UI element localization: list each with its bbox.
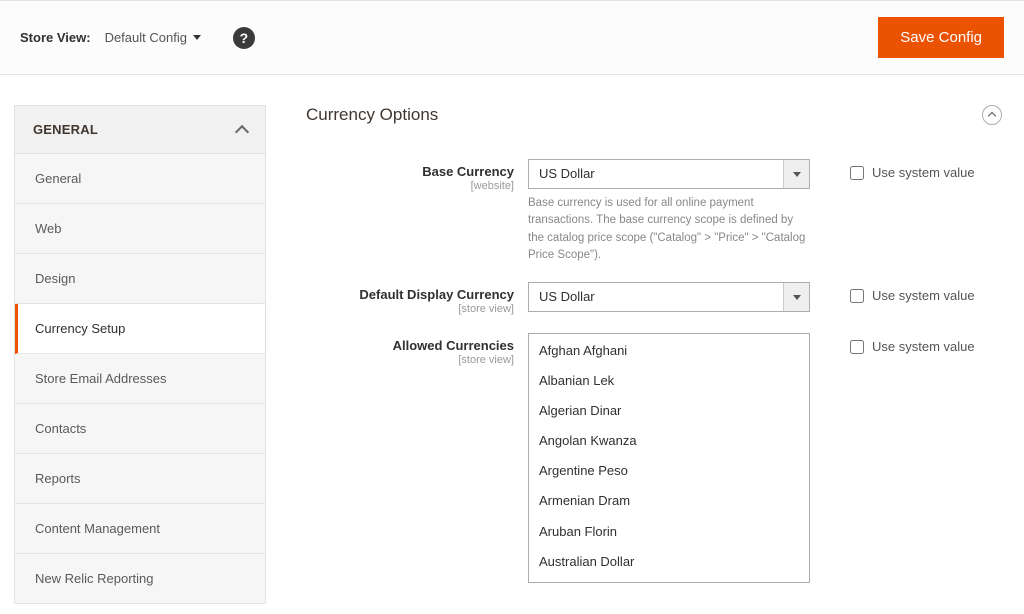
field-label: Base Currency	[306, 164, 514, 179]
sidebar-item[interactable]: Design	[15, 254, 265, 304]
main-layout: GENERAL GeneralWebDesignCurrency SetupSt…	[0, 75, 1024, 614]
field-input-col: US Dollar Base currency is used for all …	[528, 159, 810, 264]
multiselect-option[interactable]: Argentine Peso	[529, 456, 809, 486]
multiselect-option[interactable]: Australian Dollar	[529, 547, 809, 577]
sidebar: GENERAL GeneralWebDesignCurrency SetupSt…	[14, 105, 266, 604]
save-config-button[interactable]: Save Config	[878, 17, 1004, 58]
caret-down-icon	[793, 172, 801, 177]
field-scope: [store view]	[306, 303, 514, 315]
field-allowed-currencies: Allowed Currencies [store view] Afghan A…	[306, 333, 1002, 583]
top-bar: Store View: Default Config ? Save Config	[0, 0, 1024, 75]
top-bar-left: Store View: Default Config ?	[20, 27, 255, 49]
sidebar-item[interactable]: Currency Setup	[15, 304, 265, 354]
field-note: Base currency is used for all online pay…	[528, 195, 810, 264]
allowed-currencies-multiselect[interactable]: Afghan AfghaniAlbanian LekAlgerian Dinar…	[528, 333, 810, 583]
sidebar-item[interactable]: Contacts	[15, 404, 265, 454]
use-system-value-checkbox-base[interactable]	[850, 166, 864, 180]
display-currency-select[interactable]: US Dollar	[528, 282, 810, 312]
store-view-select[interactable]: Default Config	[105, 30, 201, 45]
field-label: Default Display Currency	[306, 287, 514, 302]
use-system-value-checkbox-display[interactable]	[850, 289, 864, 303]
caret-down-icon	[793, 295, 801, 300]
field-label-col: Allowed Currencies [store view]	[306, 333, 528, 366]
use-system-value-label[interactable]: Use system value	[872, 165, 975, 180]
sidebar-item[interactable]: Reports	[15, 454, 265, 504]
use-system-value-col: Use system value	[810, 159, 975, 180]
sidebar-group-general[interactable]: GENERAL	[14, 105, 266, 154]
chevron-up-icon	[988, 112, 996, 120]
field-input-col: US Dollar	[528, 282, 810, 312]
use-system-value-checkbox-allowed[interactable]	[850, 340, 864, 354]
caret-down-icon	[193, 35, 201, 40]
sidebar-item[interactable]: General	[15, 154, 265, 204]
sidebar-item[interactable]: Web	[15, 204, 265, 254]
select-dropdown-button[interactable]	[783, 160, 809, 188]
sidebar-item[interactable]: Content Management	[15, 504, 265, 554]
use-system-value-label[interactable]: Use system value	[872, 339, 975, 354]
section-collapse-toggle[interactable]	[982, 105, 1002, 125]
field-scope: [website]	[306, 180, 514, 192]
sidebar-item[interactable]: New Relic Reporting	[15, 554, 265, 604]
field-input-col: Afghan AfghaniAlbanian LekAlgerian Dinar…	[528, 333, 810, 583]
select-value: US Dollar	[529, 283, 783, 311]
multiselect-option[interactable]: Afghan Afghani	[529, 336, 809, 366]
select-dropdown-button[interactable]	[783, 283, 809, 311]
select-value: US Dollar	[529, 160, 783, 188]
field-label-col: Default Display Currency [store view]	[306, 282, 528, 315]
use-system-value-label[interactable]: Use system value	[872, 288, 975, 303]
multiselect-option[interactable]: Aruban Florin	[529, 517, 809, 547]
sidebar-item[interactable]: Store Email Addresses	[15, 354, 265, 404]
chevron-up-icon	[235, 124, 249, 138]
help-icon[interactable]: ?	[233, 27, 255, 49]
multiselect-option[interactable]: Angolan Kwanza	[529, 426, 809, 456]
multiselect-option[interactable]: Armenian Dram	[529, 486, 809, 516]
multiselect-option[interactable]: Algerian Dinar	[529, 396, 809, 426]
store-view-label: Store View:	[20, 30, 91, 45]
section-header: Currency Options	[306, 105, 1002, 125]
field-base-currency: Base Currency [website] US Dollar Base c…	[306, 159, 1002, 264]
field-label: Allowed Currencies	[306, 338, 514, 353]
use-system-value-col: Use system value	[810, 282, 975, 303]
sidebar-items: GeneralWebDesignCurrency SetupStore Emai…	[14, 154, 266, 604]
use-system-value-col: Use system value	[810, 333, 975, 354]
field-scope: [store view]	[306, 354, 514, 366]
multiselect-option[interactable]: Albanian Lek	[529, 366, 809, 396]
section-title: Currency Options	[306, 105, 438, 125]
store-view-value: Default Config	[105, 30, 187, 45]
sidebar-group-label: GENERAL	[33, 122, 98, 137]
multiselect-option[interactable]: Azerbaijani Manat	[529, 577, 809, 583]
field-display-currency: Default Display Currency [store view] US…	[306, 282, 1002, 315]
main-content: Currency Options Base Currency [website]…	[280, 105, 1010, 601]
field-label-col: Base Currency [website]	[306, 159, 528, 192]
base-currency-select[interactable]: US Dollar	[528, 159, 810, 189]
